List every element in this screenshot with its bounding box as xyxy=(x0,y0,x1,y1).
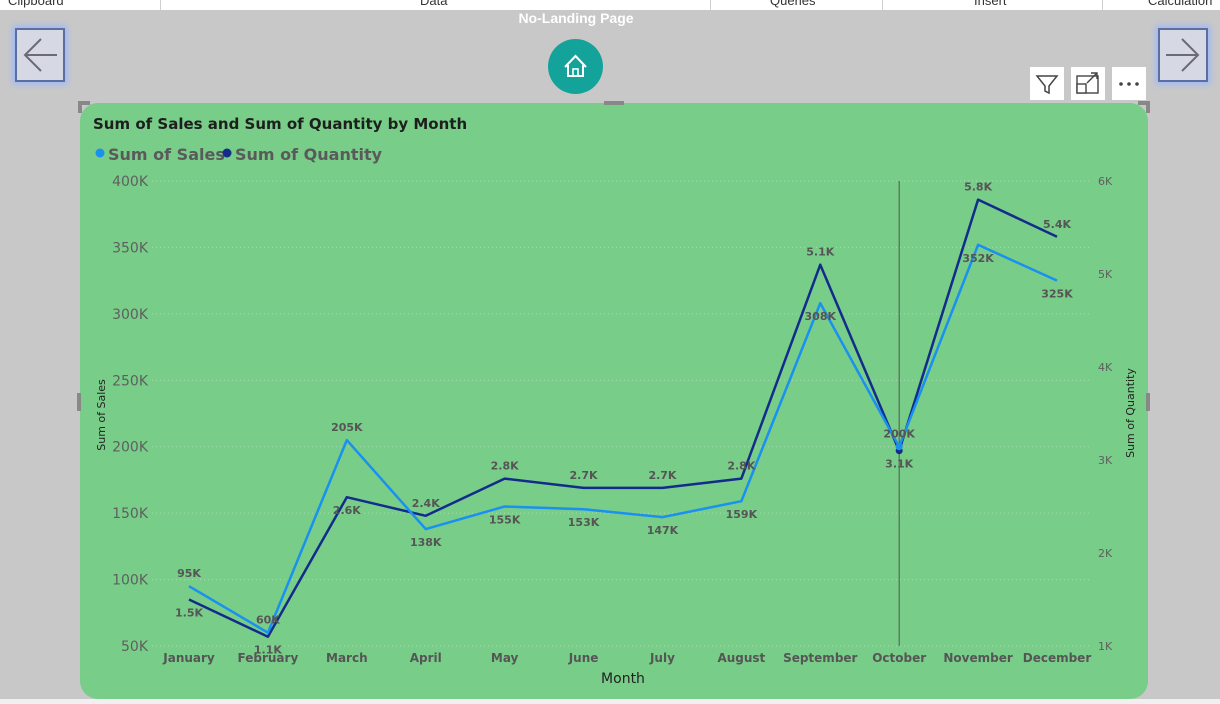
quantity-data-label: 2.8K xyxy=(727,460,755,473)
sales-data-label: 205K xyxy=(331,421,363,434)
y-tick-label: 400K xyxy=(112,174,149,190)
home-button[interactable] xyxy=(548,39,603,94)
y2-tick-label: 6K xyxy=(1098,175,1113,188)
arrow-left-icon xyxy=(23,38,57,72)
resize-handle[interactable] xyxy=(77,393,81,411)
ribbon-separator xyxy=(710,0,711,10)
x-tick-label: May xyxy=(491,651,519,665)
x-tick-label: January xyxy=(162,651,215,665)
sales-data-label: 159K xyxy=(726,508,758,521)
quantity-data-label: 2.4K xyxy=(412,497,440,510)
legend-marker-quantity xyxy=(222,148,232,158)
sales-data-label: 308K xyxy=(805,310,837,323)
resize-handle[interactable] xyxy=(78,101,82,113)
quantity-data-label: 2.7K xyxy=(570,469,598,482)
resize-handle[interactable] xyxy=(1146,393,1150,411)
resize-handle[interactable] xyxy=(604,101,624,105)
quantity-data-label: 5.4K xyxy=(1043,218,1071,231)
focus-mode-icon xyxy=(1076,72,1099,94)
quantity-data-label: 2.7K xyxy=(648,469,676,482)
y-tick-label: 100K xyxy=(112,573,149,589)
home-icon xyxy=(564,54,587,77)
y2-axis-title: Sum of Quantity xyxy=(1124,368,1137,458)
x-tick-label: June xyxy=(568,651,599,665)
forward-button[interactable] xyxy=(1158,28,1208,82)
back-button[interactable] xyxy=(15,28,65,82)
ribbon-group-queries[interactable]: Queries xyxy=(770,0,816,8)
sales-line[interactable] xyxy=(188,243,1058,634)
resize-handle[interactable] xyxy=(1146,101,1150,113)
sales-data-label: 147K xyxy=(647,524,679,537)
x-axis-title: Month xyxy=(601,671,645,687)
more-options-icon xyxy=(1119,82,1139,86)
line-chart-visual[interactable]: Sum of Sales and Sum of Quantity by Mont… xyxy=(80,103,1148,699)
page-tabs-strip xyxy=(0,699,1220,704)
focus-mode-button[interactable] xyxy=(1071,67,1105,100)
y2-tick-label: 3K xyxy=(1098,454,1113,467)
ribbon-group-data[interactable]: Data xyxy=(420,0,447,8)
filter-button[interactable] xyxy=(1030,67,1064,100)
legend-marker-sales xyxy=(95,148,105,158)
ribbon-group-calculation[interactable]: Calculation xyxy=(1148,0,1212,8)
arrow-right-icon xyxy=(1166,38,1200,72)
legend-item-quantity[interactable]: Sum of Quantity xyxy=(235,145,383,164)
sales-point[interactable] xyxy=(895,443,903,451)
y2-tick-label: 1K xyxy=(1098,640,1113,653)
page-title: No-Landing Page xyxy=(518,10,634,26)
ribbon-group-insert[interactable]: Insert xyxy=(974,0,1007,8)
quantity-data-label: 3.1K xyxy=(885,458,913,471)
legend: Sum of Sales Sum of Quantity xyxy=(95,145,383,164)
x-tick-label: October xyxy=(872,651,926,665)
x-tick-label: August xyxy=(717,651,765,665)
quantity-data-label: 5.8K xyxy=(964,181,992,194)
y-tick-label: 300K xyxy=(112,307,149,323)
chart-svg: Sum of Sales and Sum of Quantity by Mont… xyxy=(93,115,1137,687)
ribbon-separator xyxy=(160,0,161,10)
quantity-data-label: 2.8K xyxy=(491,460,519,473)
legend-item-sales[interactable]: Sum of Sales xyxy=(108,145,225,164)
x-tick-label: November xyxy=(943,651,1012,665)
sales-data-label: 155K xyxy=(489,514,521,527)
sales-data-label: 325K xyxy=(1041,288,1073,301)
sales-data-label: 153K xyxy=(568,516,600,529)
y-tick-label: 50K xyxy=(121,639,149,655)
y-axis-title: Sum of Sales xyxy=(95,379,108,451)
x-tick-label: April xyxy=(410,651,442,665)
quantity-data-label: 1.1K xyxy=(254,644,282,657)
y-tick-label: 350K xyxy=(112,240,149,256)
quantity-data-label: 5.1K xyxy=(806,246,834,259)
y-tick-label: 200K xyxy=(112,440,149,456)
ribbon-group-clipboard[interactable]: Clipboard xyxy=(8,0,64,8)
sales-data-label: 200K xyxy=(883,428,915,441)
sales-data-label: 95K xyxy=(177,567,201,580)
sales-data-label: 352K xyxy=(962,252,994,265)
ribbon-bar: Clipboard Data Queries Insert Calculatio… xyxy=(0,0,1220,10)
y2-tick-label: 5K xyxy=(1098,268,1113,281)
x-tick-label: September xyxy=(783,651,857,665)
y2-tick-label: 2K xyxy=(1098,547,1113,560)
x-tick-label: March xyxy=(326,651,368,665)
quantity-data-label: 1.5K xyxy=(175,607,203,620)
sales-data-label: 60K xyxy=(256,614,280,627)
y2-tick-label: 4K xyxy=(1098,361,1113,374)
chart-title: Sum of Sales and Sum of Quantity by Mont… xyxy=(93,115,467,133)
quantity-line[interactable] xyxy=(188,198,1058,638)
sales-data-label: 138K xyxy=(410,536,442,549)
x-tick-label: December xyxy=(1023,651,1092,665)
y-tick-label: 250K xyxy=(112,373,149,389)
ribbon-separator xyxy=(1102,0,1103,10)
more-options-button[interactable] xyxy=(1112,67,1146,100)
quantity-data-label: 2.6K xyxy=(333,504,361,517)
ribbon-separator xyxy=(882,0,883,10)
filter-icon xyxy=(1035,75,1059,95)
x-tick-label: July xyxy=(649,651,675,665)
y-tick-label: 150K xyxy=(112,506,149,522)
